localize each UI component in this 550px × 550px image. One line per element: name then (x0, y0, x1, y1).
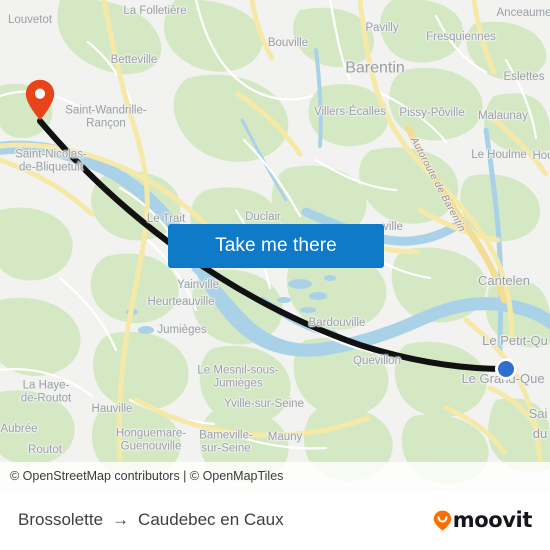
destination-location-dot-icon[interactable] (495, 358, 517, 380)
origin-map-pin-icon[interactable] (25, 79, 55, 121)
moovit-wordmark: moovit (452, 508, 533, 532)
destination-label: Caudebec en Caux (138, 510, 284, 529)
map-attribution: © OpenStreetMap contributors | © OpenMap… (0, 462, 550, 490)
take-me-there-button[interactable]: Take me there (168, 224, 384, 268)
arrow-icon: → (112, 510, 130, 529)
attribution-text[interactable]: © OpenStreetMap contributors | © OpenMap… (10, 469, 283, 483)
moovit-pin-icon (433, 510, 452, 531)
moovit-route-card: Louvetot La Folletière Betteville Bouville P… (0, 0, 550, 550)
moovit-logo[interactable]: moovit (433, 508, 532, 532)
footer-bar: Brossolette → Caudebec en Caux moovit (0, 490, 550, 550)
origin-label: Brossolette (18, 510, 104, 529)
route-summary: Brossolette → Caudebec en Caux (18, 510, 284, 530)
